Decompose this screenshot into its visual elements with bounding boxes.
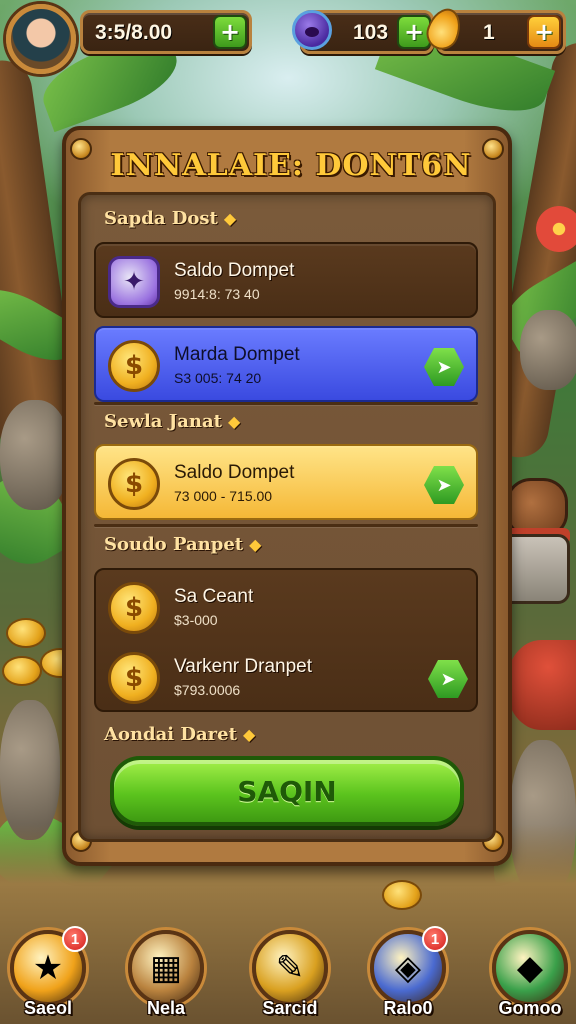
row-subtitle: $3-000 bbox=[174, 612, 218, 628]
red-flower bbox=[536, 206, 576, 252]
nav-item-gomoo[interactable]: ◆ Gomoo bbox=[488, 930, 572, 1024]
rock bbox=[0, 400, 70, 510]
coin-icon bbox=[382, 880, 422, 910]
divider bbox=[94, 524, 478, 527]
go-arrow-button[interactable]: ➤ bbox=[428, 660, 468, 698]
row-title: Sa Ceant bbox=[174, 586, 254, 607]
nav-label: Ralo0 bbox=[383, 998, 433, 1018]
row-title: Varkenr Dranpet bbox=[174, 656, 312, 677]
wallet-row[interactable]: $ Sa Ceant $3-000 bbox=[96, 570, 480, 646]
rock bbox=[0, 700, 60, 840]
wallet-row[interactable]: ✦ Saldo Dompet 9914:8: 73 40 bbox=[94, 242, 478, 318]
row-subtitle: S3 005: 74 20 bbox=[174, 370, 262, 386]
row-title: Saldo Dompet bbox=[174, 462, 295, 483]
nav-label: Saeol bbox=[23, 998, 73, 1018]
withdraw-button[interactable]: SAQIN bbox=[110, 756, 464, 826]
red-haired-character bbox=[506, 640, 576, 730]
add-coins-button[interactable]: + bbox=[213, 15, 247, 49]
section-label: Sapda Dost ◆ bbox=[104, 208, 237, 229]
star-icon: ◆ bbox=[223, 209, 237, 228]
star-icon: ◆ bbox=[242, 725, 256, 744]
wallet-row-gold[interactable]: $ Saldo Dompet 73 000 - 715.00 ➤ bbox=[94, 444, 478, 520]
energy-value: 1 bbox=[483, 21, 495, 44]
star-icon: ◆ bbox=[249, 535, 262, 554]
nav-label: Sarcid bbox=[262, 998, 318, 1018]
gem-monster-icon bbox=[292, 10, 332, 50]
coin-icon: $ bbox=[108, 458, 160, 510]
coin-pile-icon bbox=[6, 618, 46, 648]
crystal-icon: ◆ bbox=[492, 930, 568, 1006]
nav-item-ralo0[interactable]: ◈ 1 Ralo0 bbox=[366, 926, 450, 1024]
notification-badge: 1 bbox=[62, 926, 88, 952]
row-title: Marda Dompet bbox=[174, 344, 300, 365]
nav-label: Nela bbox=[146, 998, 186, 1018]
go-arrow-button[interactable]: ➤ bbox=[424, 466, 464, 504]
nav-item-nela[interactable]: ▦ Nela bbox=[124, 930, 208, 1024]
section-label: Aondai Daret ◆ bbox=[104, 724, 256, 745]
go-arrow-button[interactable]: ➤ bbox=[424, 348, 464, 386]
coins-value: 3:5/8.00 bbox=[95, 21, 173, 44]
wallet-row-selected[interactable]: $ Marda Dompet S3 005: 74 20 ➤ bbox=[94, 326, 478, 402]
row-subtitle: 73 000 - 715.00 bbox=[174, 488, 273, 504]
rock bbox=[520, 310, 576, 390]
coin-icon: $ bbox=[108, 582, 160, 634]
map-icon: ▦ bbox=[128, 930, 204, 1006]
nav-label: Gomoo bbox=[498, 998, 562, 1018]
panel-title: INNALAIE: DONT6N bbox=[110, 148, 472, 183]
coin-icon: $ bbox=[108, 652, 160, 704]
star-icon: ◆ bbox=[227, 412, 241, 431]
gem-bundle-icon: ✦ bbox=[108, 256, 160, 308]
row-subtitle: $793.0006 bbox=[174, 682, 241, 698]
row-subtitle: 9914:8: 73 40 bbox=[174, 286, 260, 302]
nav-item-sarcid[interactable]: ✎ Sarcid bbox=[248, 930, 332, 1024]
gems-value: 103 bbox=[353, 21, 389, 44]
divider bbox=[94, 402, 478, 405]
nav-item-saeol[interactable]: ★ 1 Saeol bbox=[6, 926, 90, 1024]
wallet-group: $ Sa Ceant $3-000 $ Varkenr Dranpet $793… bbox=[94, 568, 478, 712]
section-label: Soudo Panpet ◆ bbox=[104, 534, 262, 555]
coin-icon: $ bbox=[108, 340, 160, 392]
add-energy-button[interactable]: + bbox=[527, 15, 561, 49]
top-bar: 3:5/8.00 + 103 + 1 + bbox=[0, 0, 576, 80]
wallet-row[interactable]: $ Varkenr Dranpet $793.0006 ➤ bbox=[96, 640, 480, 716]
coins-counter: 3:5/8.00 + bbox=[80, 10, 252, 54]
notification-badge: 1 bbox=[422, 926, 448, 952]
scroll-icon: ✎ bbox=[252, 930, 328, 1006]
row-title: Saldo Dompet bbox=[174, 260, 295, 281]
coin-pile-icon bbox=[2, 656, 42, 686]
section-label: Sewla Janat ◆ bbox=[104, 411, 241, 432]
player-avatar[interactable] bbox=[6, 4, 76, 74]
